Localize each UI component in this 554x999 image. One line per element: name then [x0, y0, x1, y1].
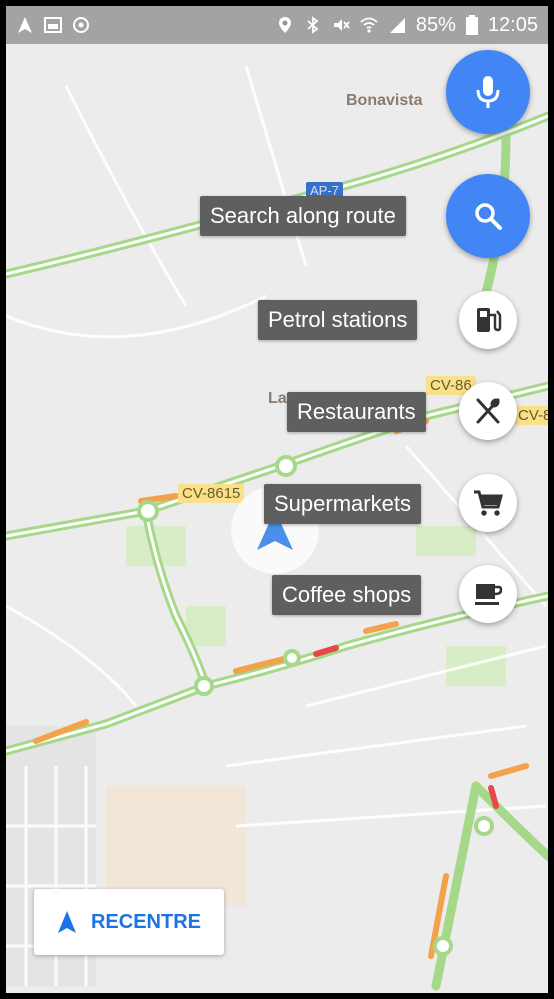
wifi-icon: [360, 17, 378, 33]
gas-station-icon: [477, 308, 502, 332]
status-bar: 85% 12:05: [6, 6, 548, 44]
shopping-cart-icon: [474, 490, 503, 516]
navigation-arrow-icon: [57, 911, 76, 933]
search-along-route-label[interactable]: Search along route: [200, 196, 406, 236]
coffee-shops-button[interactable]: [459, 565, 517, 623]
road-shield-cv8615: CV-8615: [178, 484, 245, 503]
supermarkets-label[interactable]: Supermarkets: [264, 484, 421, 524]
sync-status-icon: [73, 17, 89, 33]
coffee-cup-icon: [475, 584, 503, 605]
place-label-bonavista: Bonavista: [346, 92, 423, 109]
search-along-route-button[interactable]: [446, 174, 530, 258]
petrol-stations-button[interactable]: [459, 291, 517, 349]
recentre-label: RECENTRE: [90, 910, 201, 933]
navigation-status-icon: [18, 17, 32, 33]
voice-search-button[interactable]: [446, 50, 530, 134]
microphone-icon: [476, 76, 500, 108]
location-status-icon: [278, 17, 291, 33]
signal-icon: [389, 18, 405, 33]
navigation-screen: Bonavista La AP-7 CV-86 CV-86 CV-8615 85…: [6, 6, 548, 993]
supermarkets-button[interactable]: [459, 474, 517, 532]
restaurants-button[interactable]: [459, 382, 517, 440]
mute-icon: [333, 19, 350, 31]
battery-percent: 85%: [415, 13, 456, 36]
bluetooth-icon: [307, 16, 319, 34]
fork-knife-icon: [476, 398, 500, 424]
restaurants-label[interactable]: Restaurants: [287, 392, 426, 432]
image-status-icon: [44, 17, 62, 33]
recentre-button[interactable]: RECENTRE: [34, 889, 224, 955]
road-shield-cv86-b: CV-86: [514, 406, 548, 425]
clock: 12:05: [487, 13, 538, 36]
place-label-la: La: [268, 390, 287, 407]
search-icon: [475, 203, 502, 230]
battery-icon: [465, 15, 478, 35]
petrol-stations-label[interactable]: Petrol stations: [258, 300, 418, 340]
coffee-shops-label[interactable]: Coffee shops: [272, 575, 422, 615]
